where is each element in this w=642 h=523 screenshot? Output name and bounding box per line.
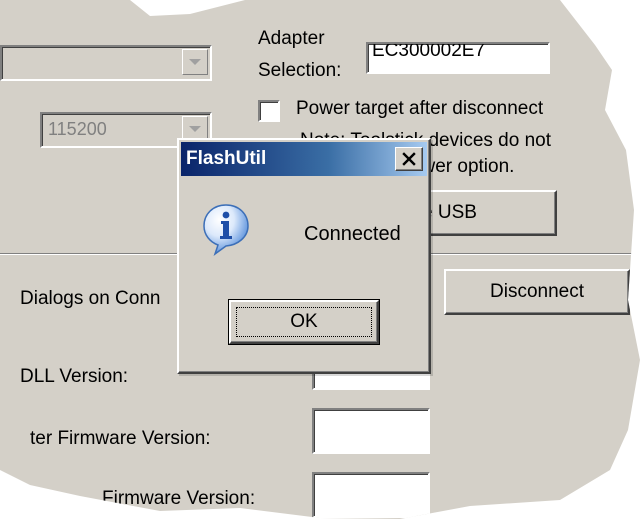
dialog-title: FlashUtil xyxy=(186,148,267,169)
ok-button[interactable]: OK xyxy=(228,299,380,345)
target-firmware-label: Firmware Version: xyxy=(102,488,256,509)
dll-version-label: DLL Version: xyxy=(20,366,129,387)
flashutil-dialog[interactable]: FlashUtil Connected OK xyxy=(177,138,431,374)
power-target-checkbox[interactable] xyxy=(258,100,280,122)
focus-rect xyxy=(236,307,372,337)
baud-rate-value: 115200 xyxy=(48,119,107,139)
chevron-down-icon[interactable] xyxy=(182,49,208,75)
close-button[interactable] xyxy=(395,147,423,171)
adapter-selection-field[interactable]: EC300002E7 xyxy=(366,42,550,74)
disconnect-button-label: Disconnect xyxy=(490,281,584,302)
disconnect-button[interactable]: Disconnect xyxy=(444,269,630,315)
adapter-selection-label-line2: Selection: xyxy=(258,60,342,81)
close-icon xyxy=(402,152,416,166)
adapter-firmware-label: ter Firmware Version: xyxy=(30,428,211,449)
info-icon xyxy=(203,204,249,256)
power-target-label: Power target after disconnect xyxy=(296,98,544,119)
adapter-firmware-field xyxy=(312,408,430,454)
target-firmware-field xyxy=(312,472,430,518)
dialog-titlebar[interactable]: FlashUtil xyxy=(181,142,427,176)
top-combo[interactable] xyxy=(0,45,212,81)
dialogs-on-connect-label: Dialogs on Conn xyxy=(20,288,161,309)
adapter-selection-value: EC300002E7 xyxy=(372,42,486,61)
adapter-selection-label-line1: Adapter xyxy=(258,28,325,49)
dialog-message: Connected xyxy=(304,223,401,245)
